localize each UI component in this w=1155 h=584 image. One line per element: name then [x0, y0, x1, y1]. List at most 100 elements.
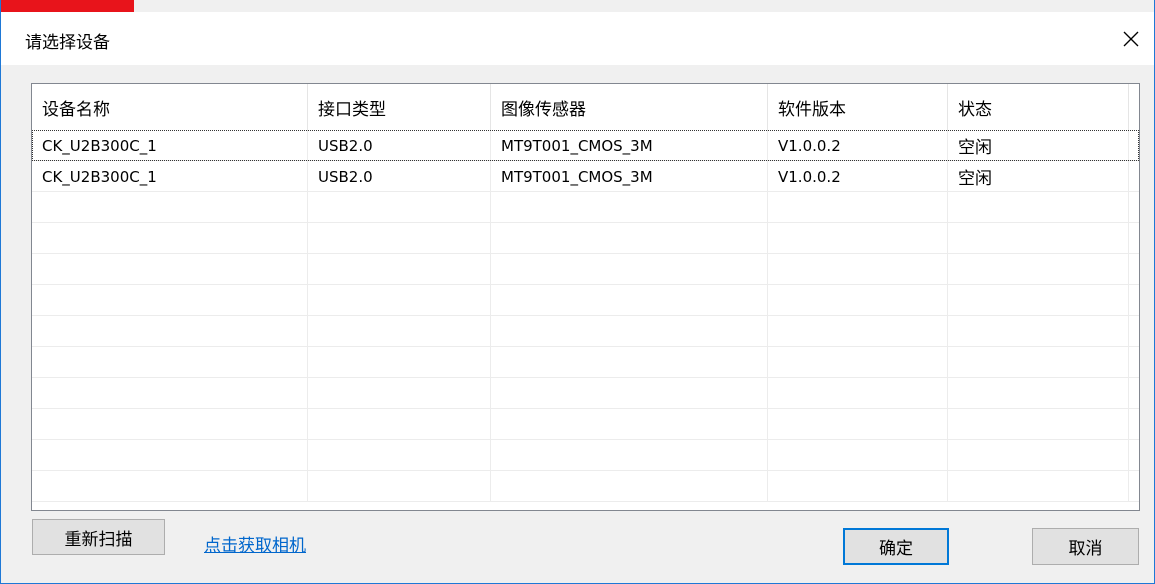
device-list[interactable]: 设备名称 接口类型 图像传感器 软件版本 状态 CK_U2B300C_1 USB…	[31, 83, 1140, 511]
empty-cell	[32, 285, 308, 316]
empty-cell	[308, 409, 491, 440]
table-row[interactable]: CK_U2B300C_1 USB2.0 MT9T001_CMOS_3M V1.0…	[32, 161, 1139, 192]
empty-cell	[948, 440, 1129, 471]
empty-cell	[308, 223, 491, 254]
empty-cell	[308, 254, 491, 285]
empty-cell	[491, 347, 768, 378]
empty-row	[32, 440, 1139, 471]
empty-cell	[32, 223, 308, 254]
empty-row	[32, 285, 1139, 316]
empty-cell	[308, 285, 491, 316]
cell-status: 空闲	[948, 130, 1129, 161]
list-header: 设备名称 接口类型 图像传感器 软件版本 状态	[32, 84, 1139, 130]
empty-cell	[491, 378, 768, 409]
empty-cell	[948, 285, 1129, 316]
empty-cell	[948, 378, 1129, 409]
empty-cell	[32, 409, 308, 440]
empty-row	[32, 223, 1139, 254]
empty-cell	[308, 347, 491, 378]
table-row[interactable]: CK_U2B300C_1 USB2.0 MT9T001_CMOS_3M V1.0…	[32, 130, 1139, 161]
empty-cell	[32, 440, 308, 471]
empty-cell	[1129, 192, 1139, 223]
list-body: CK_U2B300C_1 USB2.0 MT9T001_CMOS_3M V1.0…	[32, 130, 1139, 510]
empty-cell	[1129, 471, 1139, 502]
empty-row	[32, 316, 1139, 347]
close-icon	[1123, 31, 1139, 46]
empty-cell	[308, 316, 491, 347]
empty-cell	[32, 378, 308, 409]
empty-cell	[491, 192, 768, 223]
empty-cell	[768, 347, 948, 378]
empty-cell	[768, 254, 948, 285]
empty-cell	[768, 285, 948, 316]
empty-cell	[491, 223, 768, 254]
empty-cell	[32, 192, 308, 223]
column-header-image-sensor[interactable]: 图像传感器	[491, 84, 768, 130]
empty-cell	[948, 316, 1129, 347]
empty-cell	[948, 223, 1129, 254]
empty-cell	[1129, 440, 1139, 471]
empty-cell	[1129, 347, 1139, 378]
empty-cell	[32, 316, 308, 347]
column-header-software-version[interactable]: 软件版本	[768, 84, 948, 130]
empty-cell	[948, 192, 1129, 223]
titlebar: 请选择设备	[1, 12, 1154, 65]
rescan-button[interactable]: 重新扫描	[32, 519, 165, 555]
empty-cell	[32, 471, 308, 502]
empty-cell	[768, 192, 948, 223]
cell-software-version: V1.0.0.2	[768, 161, 948, 192]
empty-cell	[1129, 378, 1139, 409]
cell-interface-type: USB2.0	[308, 161, 491, 192]
empty-cell	[308, 192, 491, 223]
column-header-status[interactable]: 状态	[948, 84, 1129, 130]
empty-cell	[768, 471, 948, 502]
empty-cell	[1129, 409, 1139, 440]
cell-software-version: V1.0.0.2	[768, 130, 948, 161]
empty-cell	[768, 409, 948, 440]
empty-cell	[768, 316, 948, 347]
cell-image-sensor: MT9T001_CMOS_3M	[491, 161, 768, 192]
get-camera-link[interactable]: 点击获取相机	[204, 531, 306, 556]
empty-cell	[308, 440, 491, 471]
empty-cell	[948, 471, 1129, 502]
empty-cell	[491, 316, 768, 347]
empty-row	[32, 409, 1139, 440]
corner-badge	[1, 0, 134, 12]
empty-row	[32, 192, 1139, 223]
empty-row	[32, 378, 1139, 409]
empty-cell	[32, 254, 308, 285]
empty-cell	[948, 347, 1129, 378]
empty-cell	[1129, 254, 1139, 285]
empty-cell	[768, 440, 948, 471]
cell-interface-type: USB2.0	[308, 130, 491, 161]
empty-row	[32, 254, 1139, 285]
empty-cell	[491, 285, 768, 316]
column-header-device-name[interactable]: 设备名称	[32, 84, 308, 130]
column-header-interface-type[interactable]: 接口类型	[308, 84, 491, 130]
device-select-dialog: 请选择设备 设备名称 接口类型 图像传感器 软件版本 状态 CK_U2B300C…	[0, 0, 1155, 584]
cancel-button[interactable]: 取消	[1032, 528, 1139, 565]
empty-cell	[491, 254, 768, 285]
column-header-filler	[1129, 84, 1139, 130]
empty-cell	[491, 409, 768, 440]
empty-cell	[32, 347, 308, 378]
empty-cell	[1129, 223, 1139, 254]
ok-button[interactable]: 确定	[843, 528, 949, 565]
cell-status: 空闲	[948, 161, 1129, 192]
empty-cell	[768, 223, 948, 254]
cell-device-name: CK_U2B300C_1	[32, 161, 308, 192]
empty-cell	[491, 471, 768, 502]
cell-image-sensor: MT9T001_CMOS_3M	[491, 130, 768, 161]
empty-cell	[1129, 285, 1139, 316]
cell-filler	[1129, 161, 1139, 192]
empty-cell	[308, 471, 491, 502]
empty-cell	[1129, 316, 1139, 347]
empty-cell	[948, 409, 1129, 440]
empty-cell	[948, 254, 1129, 285]
close-button[interactable]	[1108, 12, 1154, 65]
empty-cell	[491, 440, 768, 471]
cell-device-name: CK_U2B300C_1	[32, 130, 308, 161]
dialog-title: 请选择设备	[25, 33, 110, 53]
empty-row	[32, 471, 1139, 502]
empty-cell	[768, 378, 948, 409]
